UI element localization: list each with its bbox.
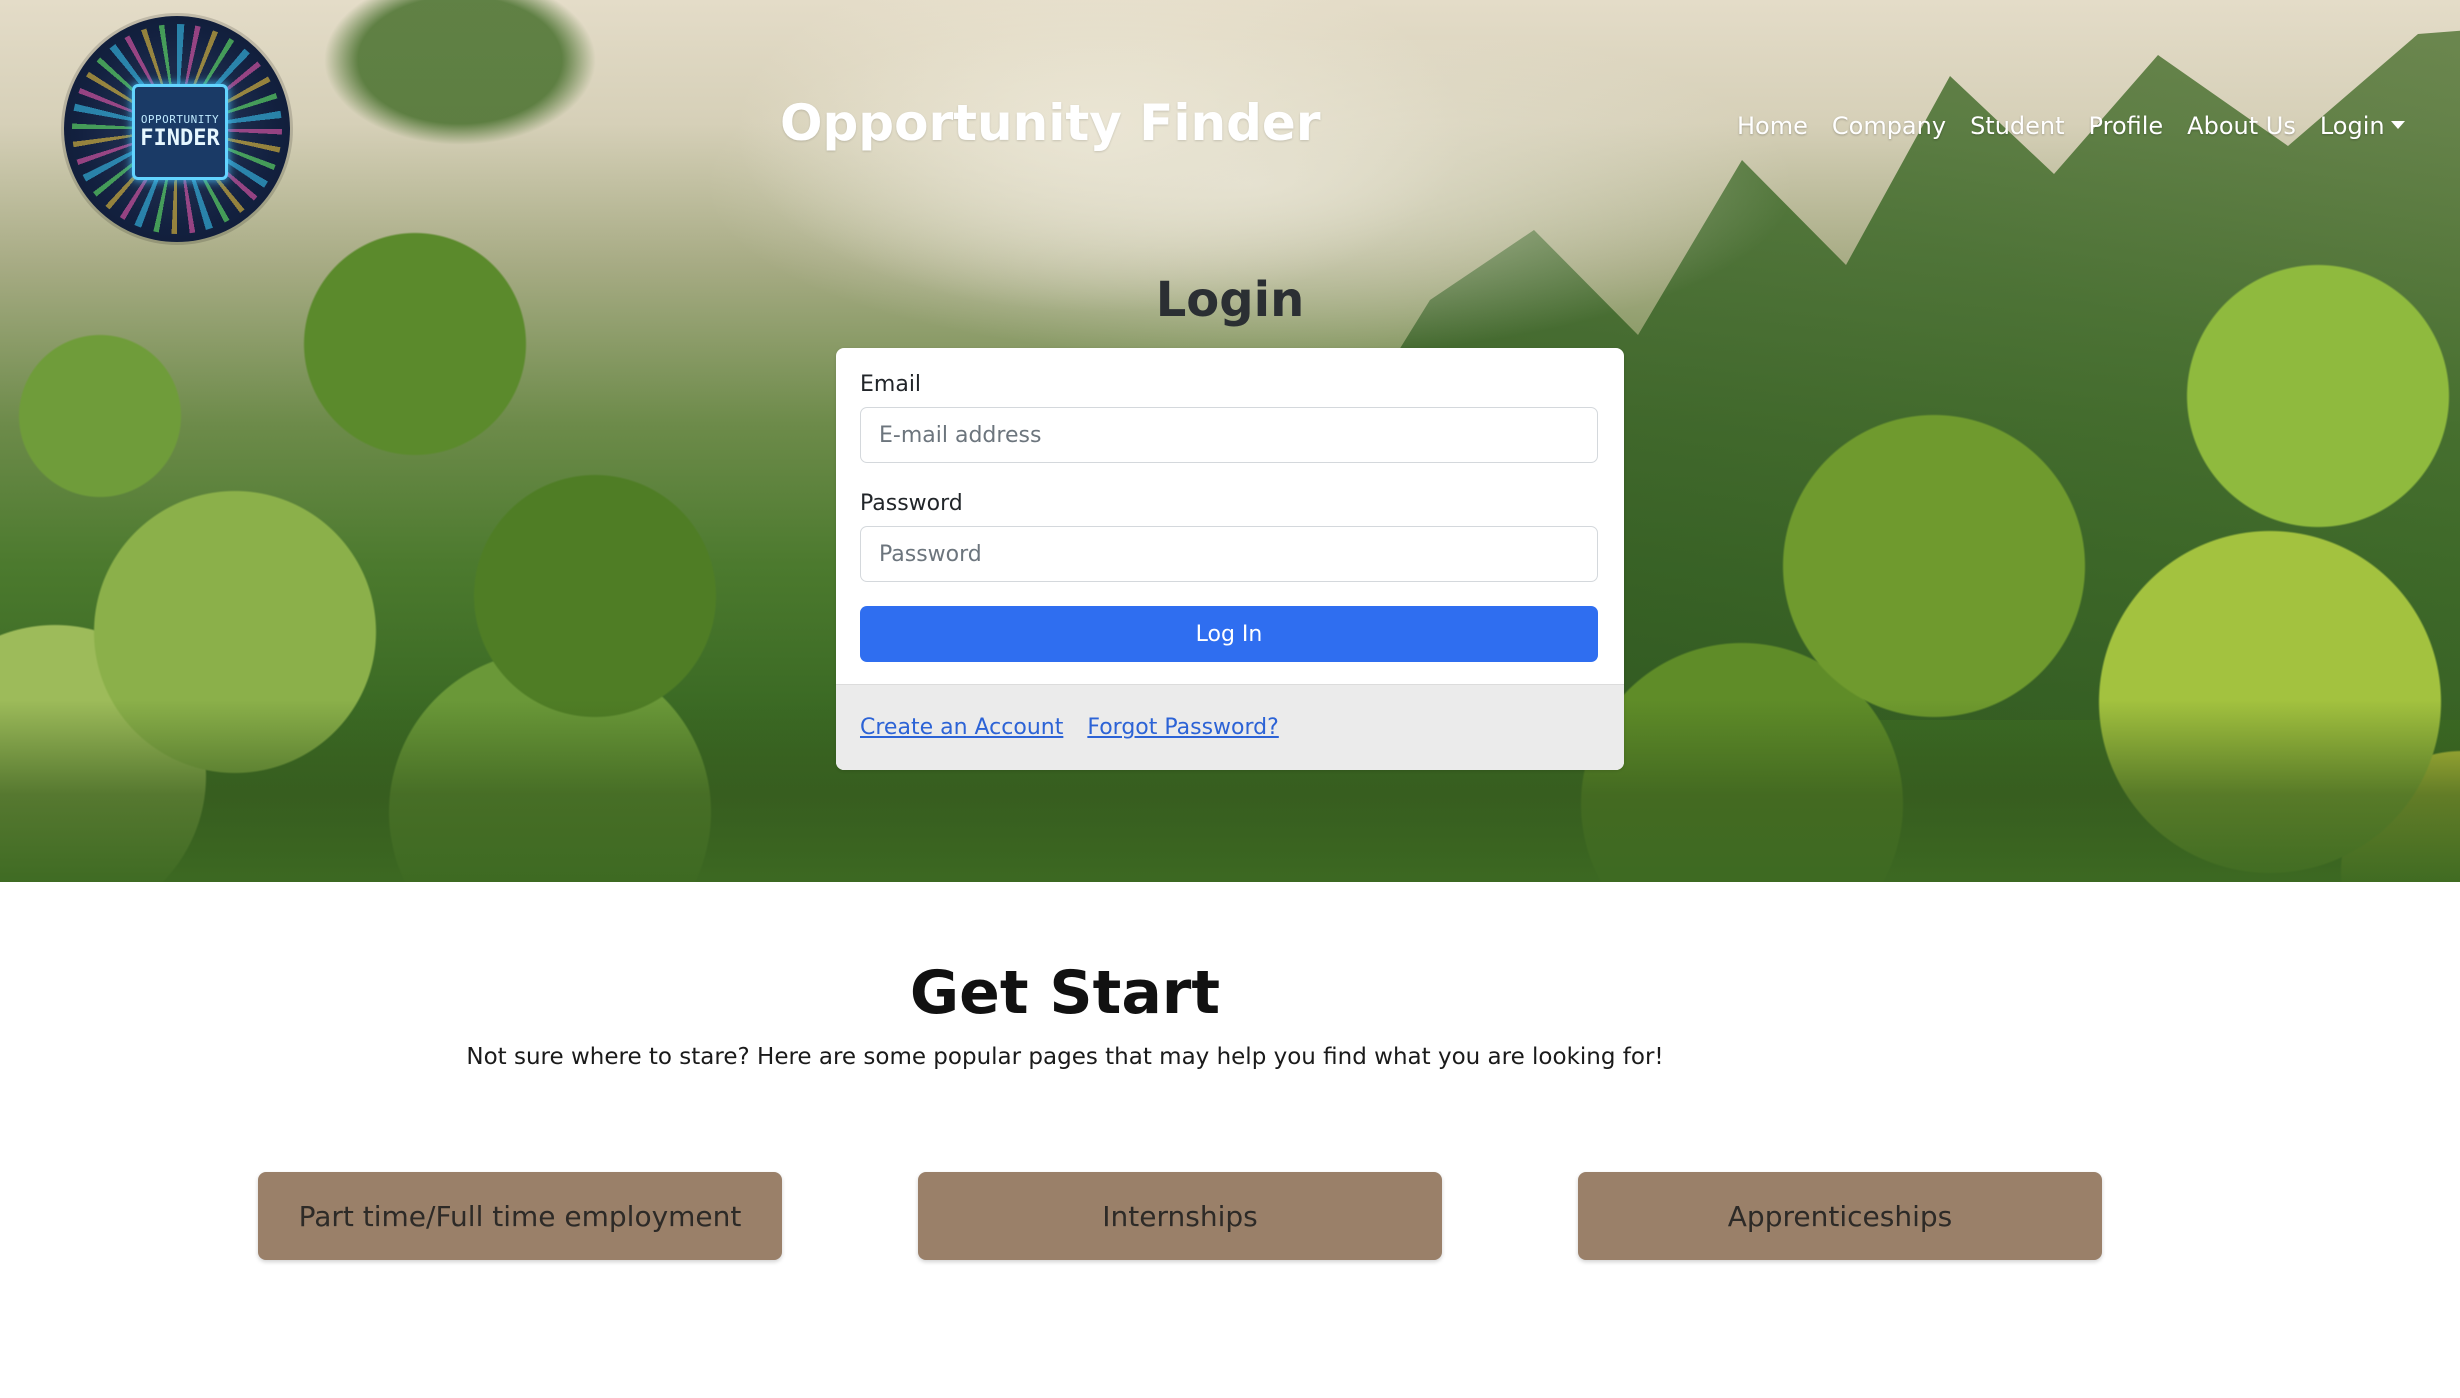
nav-company[interactable]: Company: [1820, 112, 1958, 140]
logo-text-top: OPPORTUNITY: [140, 113, 220, 126]
site-title[interactable]: Opportunity Finder: [780, 94, 1320, 152]
site-logo[interactable]: OPPORTUNITY FINDER: [64, 16, 290, 242]
internships-button[interactable]: Internships: [918, 1172, 1442, 1260]
login-form: Email Password Log In: [836, 348, 1624, 662]
forgot-password-link[interactable]: Forgot Password?: [1087, 715, 1278, 740]
main-nav: Home Company Student Profile About Us Lo…: [1725, 112, 2417, 140]
password-input[interactable]: [860, 526, 1598, 582]
apprenticeships-button[interactable]: Apprenticeships: [1578, 1172, 2102, 1260]
nav-student[interactable]: Student: [1958, 112, 2076, 140]
nav-login-label: Login: [2319, 112, 2385, 140]
password-label: Password: [860, 491, 963, 516]
login-card-footer: Create an Account Forgot Password?: [836, 684, 1624, 770]
nav-home[interactable]: Home: [1725, 112, 1820, 140]
email-input[interactable]: [860, 407, 1598, 463]
nav-about-us[interactable]: About Us: [2175, 112, 2308, 140]
login-button[interactable]: Log In: [860, 606, 1598, 662]
nav-login-dropdown[interactable]: Login: [2308, 112, 2417, 140]
palm-fronds: [300, 0, 620, 160]
logo-text-bottom: FINDER: [140, 126, 220, 151]
get-start-subtitle: Not sure where to stare? Here are some p…: [466, 1044, 1664, 1070]
employment-button[interactable]: Part time/Full time employment: [258, 1172, 782, 1260]
get-start-title: Get Start: [909, 958, 1221, 1028]
login-heading: Login: [1155, 272, 1305, 328]
create-account-link[interactable]: Create an Account: [860, 715, 1063, 740]
chip-icon: OPPORTUNITY FINDER: [132, 84, 228, 180]
nav-profile[interactable]: Profile: [2077, 112, 2176, 140]
caret-down-icon: [2390, 121, 2405, 129]
email-label: Email: [860, 372, 922, 397]
login-card: Email Password Log In Create an Account …: [836, 348, 1624, 770]
